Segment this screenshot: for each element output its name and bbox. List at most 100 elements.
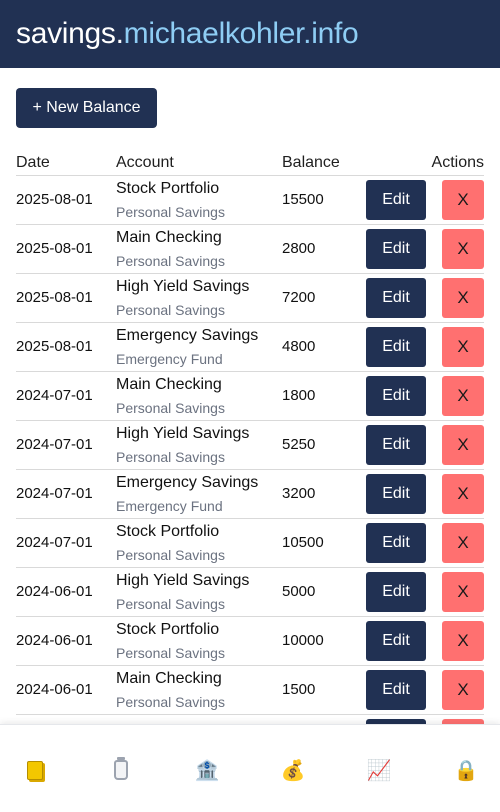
table-row: 2024-07-01 Main Checking Personal Savings 1… [16, 372, 484, 421]
edit-button[interactable]: Edit [366, 621, 426, 661]
cell-date: 2024-07-01 [16, 436, 93, 453]
edit-button[interactable]: Edit [366, 572, 426, 612]
column-header-date: Date [16, 154, 50, 171]
app-header: savings.michaelkohler.info [0, 0, 500, 68]
cell-date: 2024-06-01 [16, 583, 93, 600]
cell-account-name: Main Checking [116, 229, 222, 246]
cell-account-type: Personal Savings [116, 400, 225, 416]
cell-date: 2025-08-01 [16, 338, 93, 355]
table-row: 2024-06-01 Main Checking Personal Savings 1… [16, 666, 484, 715]
cell-account-type: Personal Savings [116, 547, 225, 563]
cell-balance: 2800 [282, 240, 316, 257]
table-row: 2025-08-01 High Yield Savings Personal Sav… [16, 274, 484, 323]
table-row: 2024-07-01 High Yield Savings Personal Sav… [16, 421, 484, 470]
cell-account-type: Personal Savings [116, 694, 225, 710]
cell-balance: 10500 [282, 534, 324, 551]
column-header-account: Account [116, 154, 174, 171]
column-header-actions: Actions [431, 154, 484, 171]
delete-button[interactable]: X [442, 670, 484, 710]
cell-account-type: Personal Savings [116, 253, 225, 269]
delete-button[interactable]: X [442, 425, 484, 465]
money-bag-icon: 💰 [280, 759, 306, 782]
cell-account-name: Emergency Savings [116, 327, 259, 344]
cell-date: 2025-08-01 [16, 289, 93, 306]
cell-account-type: Emergency Fund [116, 351, 223, 367]
edit-button[interactable]: Edit [366, 229, 426, 269]
delete-button[interactable]: X [442, 278, 484, 318]
lock-icon: 🔒 [453, 759, 479, 782]
cell-date: 2025-08-01 [16, 191, 93, 208]
cell-account-type: Personal Savings [116, 449, 225, 465]
edit-button[interactable]: Edit [366, 425, 426, 465]
delete-button[interactable]: X [442, 572, 484, 612]
cell-balance: 1500 [282, 681, 316, 698]
cell-account-name: Emergency Savings [116, 474, 259, 491]
cell-account-type: Personal Savings [116, 645, 225, 661]
cell-date: 2024-06-01 [16, 632, 93, 649]
nav-lock[interactable]: 🔒 [451, 755, 481, 785]
edit-button[interactable]: Edit [366, 327, 426, 367]
bank-icon: 🏦 [194, 759, 220, 782]
nav-chart[interactable]: 📈 [364, 755, 394, 785]
cell-balance: 3200 [282, 485, 316, 502]
cell-balance: 5000 [282, 583, 316, 600]
site-title-domain: michaelkohler.info [123, 17, 359, 50]
edit-button[interactable]: Edit [366, 670, 426, 710]
cell-balance: 10000 [282, 632, 324, 649]
nav-bank[interactable]: 🏦 [192, 755, 222, 785]
delete-button[interactable]: X [442, 376, 484, 416]
table-row: 2024-06-01 Stock Portfolio Personal Saving… [16, 617, 484, 666]
cell-date: 2024-07-01 [16, 387, 93, 404]
site-title[interactable]: savings.michaelkohler.info [16, 17, 359, 51]
cell-account-name: Main Checking [116, 670, 222, 687]
jar-icon [114, 757, 128, 780]
bottom-nav: 🏦 💰 📈 🔒 [0, 724, 500, 812]
cell-balance: 5250 [282, 436, 316, 453]
nav-money-bag[interactable]: 💰 [278, 755, 308, 785]
table-row: 2024-07-01 Emergency Savings Emergency Fun… [16, 470, 484, 519]
cell-account-type: Personal Savings [116, 204, 225, 220]
cell-balance: 1800 [282, 387, 316, 404]
cell-date: 2024-07-01 [16, 534, 93, 551]
cell-account-name: High Yield Savings [116, 572, 250, 589]
cell-account-name: Stock Portfolio [116, 523, 220, 540]
cell-account-type: Personal Savings [116, 596, 225, 612]
delete-button[interactable]: X [442, 180, 484, 220]
cell-account-name: Stock Portfolio [116, 180, 220, 197]
cell-balance: 15500 [282, 191, 324, 208]
delete-button[interactable]: X [442, 327, 484, 367]
edit-button[interactable]: Edit [366, 474, 426, 514]
table-header-row: Date Account Balance Actions [16, 150, 484, 176]
edit-button[interactable]: Edit [366, 523, 426, 563]
cell-account-name: Main Checking [116, 376, 222, 393]
table-row: 2025-08-01 Stock Portfolio Personal Saving… [16, 176, 484, 225]
cell-date: 2025-08-01 [16, 240, 93, 257]
delete-button[interactable]: X [442, 523, 484, 563]
nav-jar[interactable] [106, 755, 136, 785]
cell-account-name: High Yield Savings [116, 278, 250, 295]
table-row: 2025-08-01 Main Checking Personal Savings 2… [16, 225, 484, 274]
column-header-balance: Balance [282, 154, 340, 171]
table-row: 2024-07-01 Stock Portfolio Personal Saving… [16, 519, 484, 568]
cell-balance: 7200 [282, 289, 316, 306]
delete-button[interactable]: X [442, 474, 484, 514]
edit-button[interactable]: Edit [366, 278, 426, 318]
ledger-icon [27, 760, 43, 780]
cell-account-type: Emergency Fund [116, 498, 223, 514]
cell-balance: 4800 [282, 338, 316, 355]
chart-increasing-icon: 📈 [366, 759, 392, 782]
cell-account-name: Stock Portfolio [116, 621, 220, 638]
nav-ledger[interactable] [20, 755, 50, 785]
delete-button[interactable]: X [442, 229, 484, 269]
table-row: 2025-08-01 Emergency Savings Emergency Fun… [16, 323, 484, 372]
cell-date: 2024-06-01 [16, 681, 93, 698]
new-balance-button[interactable]: + New Balance [16, 88, 157, 128]
edit-button[interactable]: Edit [366, 180, 426, 220]
site-title-prefix: savings. [16, 17, 124, 50]
table-row: EditX [16, 715, 484, 724]
delete-button[interactable]: X [442, 621, 484, 661]
edit-button[interactable]: Edit [366, 376, 426, 416]
table-row: 2024-06-01 High Yield Savings Personal Sav… [16, 568, 484, 617]
table-body: 2025-08-01 Stock Portfolio Personal Saving… [16, 176, 484, 724]
cell-account-type: Personal Savings [116, 302, 225, 318]
